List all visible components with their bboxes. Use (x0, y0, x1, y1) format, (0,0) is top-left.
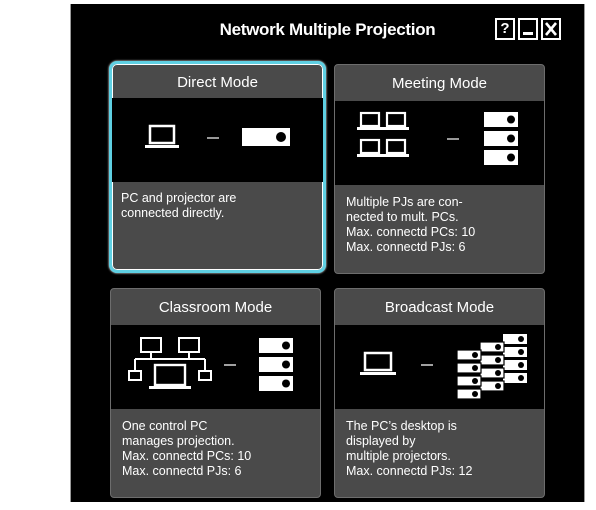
broadcast-mode-illustration (335, 325, 544, 409)
help-button[interactable]: ? (495, 18, 515, 40)
networked-pcs-icon (128, 337, 212, 389)
direct-mode-description: PC and projector are connected directly. (121, 191, 237, 220)
classroom-mode-illustration (111, 325, 320, 409)
meeting-mode-description: Multiple PJs are con- nected to mult. PC… (346, 195, 476, 254)
laptop-icon (145, 124, 179, 148)
direct-mode-illustration (112, 98, 323, 182)
meeting-mode-title: Meeting Mode (391, 75, 488, 92)
close-button[interactable] (541, 18, 561, 40)
broadcast-mode-card[interactable]: Broadcast Mode The PC’s desktop is displ… (334, 288, 545, 498)
broadcast-mode-description: The PC’s desktop is displayed by multipl… (346, 419, 473, 478)
broadcast-mode-title: Broadcast Mode (384, 299, 495, 316)
projector-stack-icon (484, 112, 518, 165)
close-icon (545, 22, 557, 36)
classroom-mode-title: Classroom Mode (158, 299, 273, 316)
laptop-icon (360, 351, 396, 375)
minimize-icon (523, 32, 533, 35)
title-bar-buttons: ? (495, 18, 561, 40)
minimize-button[interactable] (518, 18, 538, 40)
network-multiple-projection-window: Network Multiple Projection ? Direct Mod… (70, 4, 585, 502)
laptop-group-icon (357, 111, 409, 157)
projector-stack-icon (259, 338, 293, 391)
classroom-mode-description: One control PC manages projection. Max. … (122, 419, 252, 478)
projector-grid-icon (456, 334, 527, 400)
classroom-mode-card[interactable]: Classroom Mode One control PC manages pr… (110, 288, 321, 498)
direct-mode-title: Direct Mode (177, 74, 258, 91)
projector-icon (242, 128, 290, 146)
meeting-mode-card[interactable]: Meeting Mode Multiple PJs are con- necte… (334, 64, 545, 274)
meeting-mode-illustration (335, 101, 544, 185)
direct-mode-card[interactable]: Direct Mode PC and projector are connect… (109, 61, 326, 273)
